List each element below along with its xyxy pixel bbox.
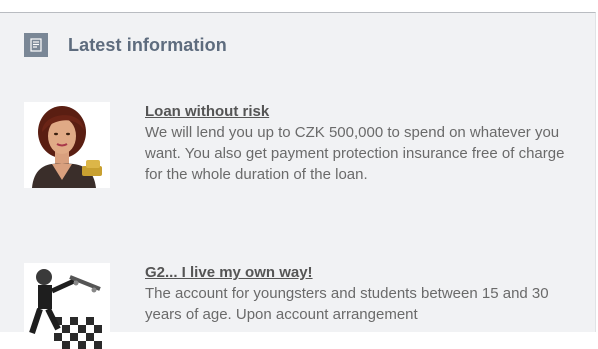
document-list-icon [24,33,48,57]
skateboarder-photo[interactable] [24,263,110,349]
section-title: Latest information [68,34,227,55]
news-item-title-link[interactable]: G2... I live my own way! [145,263,313,282]
news-item-text: Loan without risk We will lend you up to… [145,102,585,185]
section-header: Latest information [24,33,227,57]
news-item-description: The account for youngsters and students … [145,285,549,323]
news-item-description: We will lend you up to CZK 500,000 to sp… [145,124,565,183]
news-item-title-link[interactable]: Loan without risk [145,102,269,121]
news-item-text: G2... I live my own way! The account for… [145,263,585,325]
latest-information-panel: Latest information Loan without risk We … [0,12,596,349]
woman-portrait-photo[interactable] [24,102,110,188]
